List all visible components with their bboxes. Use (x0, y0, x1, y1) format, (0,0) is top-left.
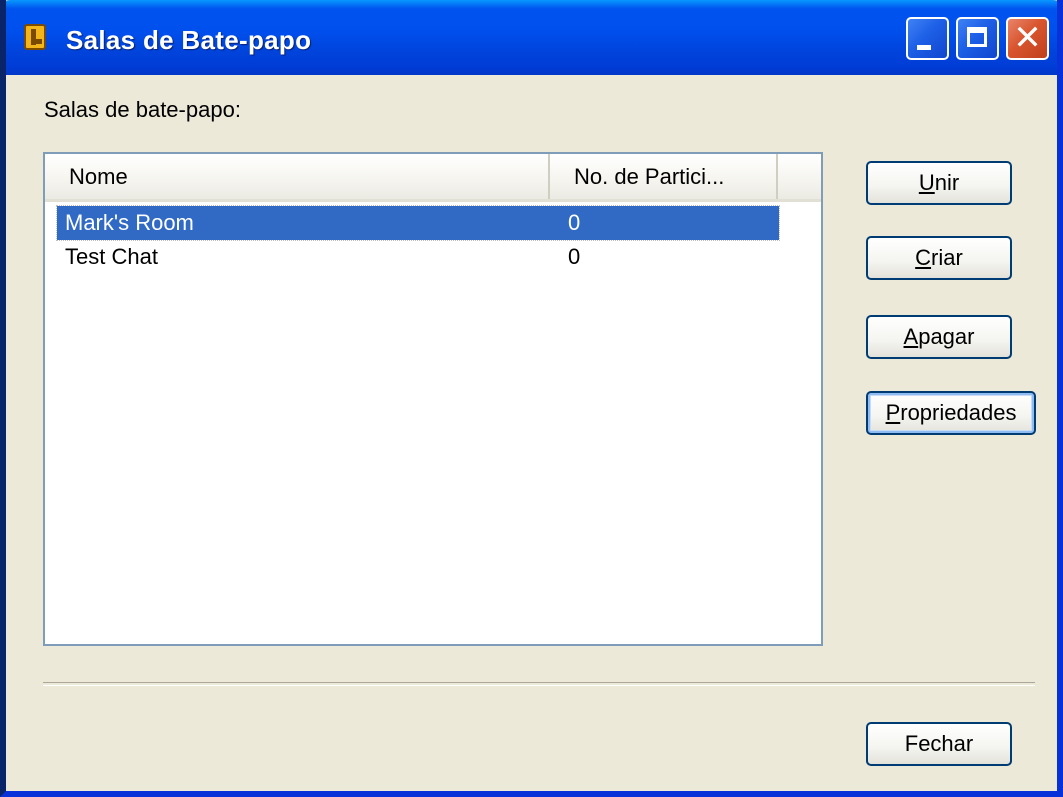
create-button-label: riar (931, 245, 963, 270)
chat-rooms-dialog: Salas de Bate-papo ✕ Salas de bate-papo:… (0, 0, 1063, 797)
close-button[interactable]: Fechar (866, 722, 1012, 766)
close-icon: ✕ (1013, 18, 1042, 58)
list-header: Nome No. de Partici... (45, 154, 821, 202)
join-button-accel: U (918, 170, 935, 195)
create-button-accel: C (915, 245, 932, 270)
join-button[interactable]: Unir (866, 161, 1012, 205)
room-name: Mark's Room (65, 210, 194, 235)
window-title: Salas de Bate-papo (66, 25, 312, 55)
column-header-name[interactable]: Nome (45, 154, 550, 199)
separator-line (43, 682, 1035, 686)
properties-button-label: ropriedades (900, 400, 1017, 425)
rooms-label: Salas de bate-papo: (44, 97, 241, 122)
maximize-button[interactable] (956, 17, 999, 60)
delete-button-accel: A (903, 324, 919, 349)
column-header-participants[interactable]: No. de Partici... (550, 154, 778, 199)
delete-button-label: pagar (918, 324, 975, 349)
delete-button[interactable]: Apagar (866, 315, 1012, 359)
rooms-list[interactable]: Nome No. de Partici... Mark's Room 0 Tes… (43, 152, 823, 646)
title-bar[interactable]: Salas de Bate-papo ✕ (6, 0, 1057, 75)
join-button-label: nir (934, 170, 960, 195)
minimize-button[interactable] (906, 17, 949, 60)
create-button[interactable]: Criar (866, 236, 1012, 280)
close-window-button[interactable]: ✕ (1006, 17, 1049, 60)
minimize-icon (917, 45, 931, 50)
properties-button[interactable]: Propriedades (866, 391, 1036, 435)
list-item-test-chat[interactable]: Test Chat 0 (57, 240, 779, 274)
maximize-icon (967, 27, 987, 47)
properties-button-accel: P (885, 400, 901, 425)
room-name: Test Chat (65, 244, 158, 269)
participant-count: 0 (568, 244, 581, 269)
list-item-marks-room[interactable]: Mark's Room 0 (56, 205, 780, 241)
chat-room-app-icon (24, 24, 46, 50)
participant-count: 0 (568, 210, 581, 235)
